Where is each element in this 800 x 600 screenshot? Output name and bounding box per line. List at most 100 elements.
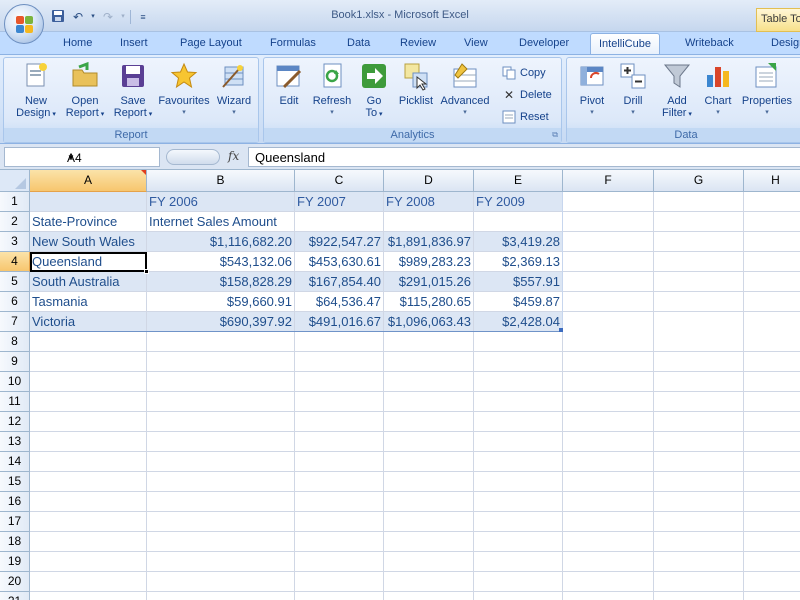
cell-e4[interactable]: $2,369.13 xyxy=(474,252,563,272)
cell-a2[interactable]: State-Province xyxy=(30,212,147,232)
row-header[interactable]: 19 xyxy=(0,552,30,572)
worksheet-grid[interactable]: A B C D E F G H 1 2 3 4 5 6 7 8 9 10 11 … xyxy=(0,170,800,600)
tab-view[interactable]: View xyxy=(464,36,488,54)
chart-button[interactable]: Chart ▾ xyxy=(699,61,737,119)
tab-page-layout[interactable]: Page Layout xyxy=(180,36,242,54)
tab-intellicube[interactable]: IntelliCube xyxy=(590,33,660,55)
office-button[interactable] xyxy=(4,4,44,44)
formula-input[interactable]: Queensland xyxy=(248,147,800,167)
cell-a4[interactable]: Queensland xyxy=(30,252,147,272)
cell-d3[interactable]: $1,891,836.97 xyxy=(384,232,474,252)
column-header-d[interactable]: D xyxy=(384,170,474,192)
drill-button[interactable]: Drill ▾ xyxy=(615,61,651,119)
reset-button[interactable]: Reset xyxy=(502,108,549,126)
row-header-selected[interactable]: 4 xyxy=(0,252,30,272)
tab-data[interactable]: Data xyxy=(347,36,370,54)
cell-c3[interactable]: $922,547.27 xyxy=(295,232,384,252)
table-resize-handle[interactable] xyxy=(559,328,563,332)
picklist-button[interactable]: Picklist xyxy=(394,61,438,107)
row-header[interactable]: 10 xyxy=(0,372,30,392)
cell-e7[interactable]: $2,428.04 xyxy=(474,312,563,332)
go-to-button[interactable]: Go To ▾ xyxy=(358,61,390,121)
column-header-a[interactable]: A xyxy=(30,170,147,192)
row-header[interactable]: 11 xyxy=(0,392,30,412)
cell-a7[interactable]: Victoria xyxy=(30,312,147,332)
tab-insert[interactable]: Insert xyxy=(120,36,148,54)
cell-b7[interactable]: $690,397.92 xyxy=(147,312,295,332)
cell-c1[interactable]: FY 2007 xyxy=(295,192,384,212)
tab-review[interactable]: Review xyxy=(400,36,436,54)
advanced-button[interactable]: Advanced ▾ xyxy=(437,61,493,119)
row-header[interactable]: 9 xyxy=(0,352,30,372)
name-box[interactable]: A4 ▼ xyxy=(4,147,160,167)
row-header[interactable]: 15 xyxy=(0,472,30,492)
row-header[interactable]: 21 xyxy=(0,592,30,600)
row-header[interactable]: 12 xyxy=(0,412,30,432)
new-design-button[interactable]: New Design ▾ xyxy=(8,61,64,121)
cell-b4[interactable]: $543,132.06 xyxy=(147,252,295,272)
cell-b3[interactable]: $1,116,682.20 xyxy=(147,232,295,252)
tab-home[interactable]: Home xyxy=(63,36,92,54)
tab-design[interactable]: Design xyxy=(771,36,800,54)
cell-a6[interactable]: Tasmania xyxy=(30,292,147,312)
chevron-down-icon[interactable]: ▼ xyxy=(67,153,155,162)
row-header[interactable]: 13 xyxy=(0,432,30,452)
row-header[interactable]: 16 xyxy=(0,492,30,512)
tab-formulas[interactable]: Formulas xyxy=(270,36,316,54)
cell-e2[interactable] xyxy=(474,212,563,232)
properties-button[interactable]: Properties ▾ xyxy=(737,61,797,119)
cell-d2[interactable] xyxy=(384,212,474,232)
column-header-b[interactable]: B xyxy=(147,170,295,192)
cell-d7[interactable]: $1,096,063.43 xyxy=(384,312,474,332)
copy-button[interactable]: Copy xyxy=(502,64,546,82)
tab-writeback[interactable]: Writeback xyxy=(685,36,734,54)
dialog-launcher-icon[interactable]: ⧉ xyxy=(552,130,558,140)
column-header-h[interactable]: H xyxy=(744,170,800,192)
row-header[interactable]: 1 xyxy=(0,192,30,212)
cell-b1[interactable]: FY 2006 xyxy=(147,192,295,212)
cell-a3[interactable]: New South Wales xyxy=(30,232,147,252)
cell-e6[interactable]: $459.87 xyxy=(474,292,563,312)
cell-d6[interactable]: $115,280.65 xyxy=(384,292,474,312)
select-all-corner[interactable] xyxy=(0,170,30,192)
add-filter-button[interactable]: Add Filter ▾ xyxy=(655,61,699,121)
row-header[interactable]: 6 xyxy=(0,292,30,312)
refresh-button[interactable]: Refresh ▾ xyxy=(310,61,354,119)
cell-b6[interactable]: $59,660.91 xyxy=(147,292,295,312)
cell-b5[interactable]: $158,828.29 xyxy=(147,272,295,292)
cell-d1[interactable]: FY 2008 xyxy=(384,192,474,212)
row-header[interactable]: 3 xyxy=(0,232,30,252)
cell-b2[interactable]: Internet Sales Amount xyxy=(147,212,295,232)
cell-a1[interactable] xyxy=(30,192,147,212)
cell-c4[interactable]: $453,630.61 xyxy=(295,252,384,272)
edit-button[interactable]: Edit xyxy=(268,61,310,107)
column-header-e[interactable]: E xyxy=(474,170,563,192)
column-header-c[interactable]: C xyxy=(295,170,384,192)
cell-c7[interactable]: $491,016.67 xyxy=(295,312,384,332)
column-header-g[interactable]: G xyxy=(654,170,744,192)
cell-c6[interactable]: $64,536.47 xyxy=(295,292,384,312)
contextual-tab-table-tools[interactable]: Table To xyxy=(756,8,800,32)
delete-button[interactable]: ✕ Delete xyxy=(502,86,552,104)
row-header[interactable]: 8 xyxy=(0,332,30,352)
row-header[interactable]: 18 xyxy=(0,532,30,552)
row-header[interactable]: 5 xyxy=(0,272,30,292)
cell-d5[interactable]: $291,015.26 xyxy=(384,272,474,292)
row-header[interactable]: 2 xyxy=(0,212,30,232)
row-header[interactable]: 7 xyxy=(0,312,30,332)
cell-c2[interactable] xyxy=(295,212,384,232)
cell-c5[interactable]: $167,854.40 xyxy=(295,272,384,292)
insert-function-icon[interactable]: fx xyxy=(228,149,239,163)
cell-a5[interactable]: South Australia xyxy=(30,272,147,292)
cell-e5[interactable]: $557.91 xyxy=(474,272,563,292)
save-report-button[interactable]: Save Report ▾ xyxy=(110,61,156,121)
column-header-f[interactable]: F xyxy=(563,170,654,192)
cell-d4[interactable]: $989,283.23 xyxy=(384,252,474,272)
row-header[interactable]: 14 xyxy=(0,452,30,472)
cell-e1[interactable]: FY 2009 xyxy=(474,192,563,212)
pivot-button[interactable]: Pivot ▾ xyxy=(571,61,613,119)
favourites-button[interactable]: Favourites ▾ xyxy=(156,61,212,119)
tab-developer[interactable]: Developer xyxy=(519,36,569,54)
cell-e3[interactable]: $3,419.28 xyxy=(474,232,563,252)
row-header[interactable]: 17 xyxy=(0,512,30,532)
